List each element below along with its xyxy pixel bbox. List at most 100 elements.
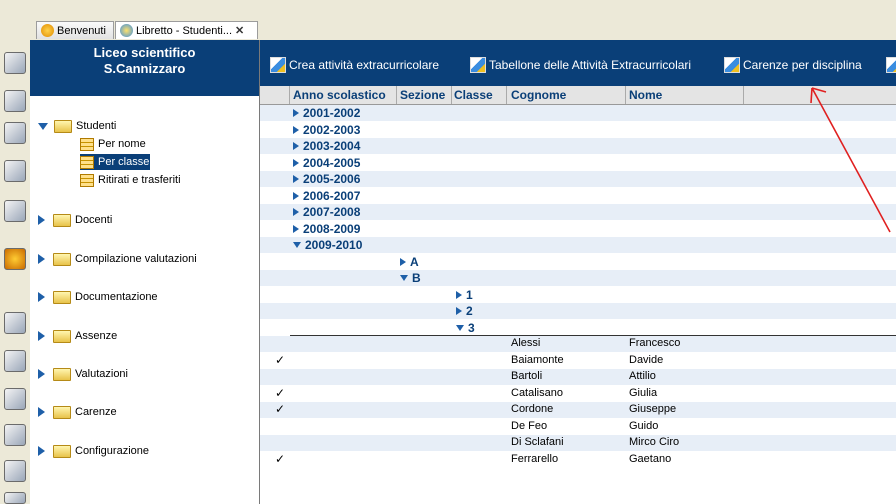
collapse-icon[interactable] xyxy=(293,125,299,134)
folder-icon xyxy=(53,367,71,381)
tree-item-documentazione[interactable]: Documentazione xyxy=(38,289,158,305)
collapse-icon[interactable] xyxy=(293,158,299,167)
app-icon[interactable] xyxy=(4,388,26,410)
tree-item-compilazione[interactable]: Compilazione valutazioni xyxy=(38,251,197,267)
app-icon[interactable] xyxy=(4,52,26,74)
col-classe[interactable]: Classe xyxy=(454,88,493,102)
col-sezione[interactable]: Sezione xyxy=(400,88,445,102)
expand-icon[interactable] xyxy=(38,122,48,130)
app-icon[interactable] xyxy=(4,460,26,482)
year-cell[interactable]: 2006-2007 xyxy=(293,189,360,203)
tree-item-ritirati[interactable]: Ritirati e trasferiti xyxy=(80,172,181,188)
table-row-student[interactable]: ✓ Catalisano Giulia xyxy=(260,386,896,402)
table-row-class[interactable]: 2 xyxy=(260,303,896,319)
tree-item-carenze[interactable]: Carenze xyxy=(38,404,117,420)
table-row-class[interactable]: 1 xyxy=(260,287,896,303)
collapse-icon[interactable] xyxy=(38,446,45,456)
collapse-icon[interactable] xyxy=(293,175,299,183)
collapse-icon[interactable] xyxy=(456,290,462,299)
table-row-section[interactable]: A xyxy=(260,254,896,270)
app-icon[interactable] xyxy=(4,160,26,182)
year-cell[interactable]: 2007-2008 xyxy=(293,205,360,219)
tree-item-configurazione[interactable]: Configurazione xyxy=(38,443,149,459)
expand-icon[interactable] xyxy=(400,275,408,281)
crea-attivita-button[interactable]: Crea attività extracurricolare xyxy=(270,57,439,73)
collapse-icon[interactable] xyxy=(38,254,45,264)
year-cell[interactable]: 2003-2004 xyxy=(293,139,360,153)
collapse-icon[interactable] xyxy=(38,292,45,302)
tab-benvenuti[interactable]: Benvenuti xyxy=(36,21,114,39)
class-cell[interactable]: 3 xyxy=(456,321,475,335)
folder-icon xyxy=(53,213,71,227)
table-row-student[interactable]: ✓ Cordone Giuseppe xyxy=(260,402,896,418)
table-row-class[interactable]: 3 xyxy=(260,320,896,336)
table-row-student[interactable]: ✓ Baiamonte Davide xyxy=(260,353,896,369)
table-row-year[interactable]: 2006-2007 xyxy=(260,188,896,204)
collapse-icon[interactable] xyxy=(38,331,45,341)
table-row-year[interactable]: 2003-2004 xyxy=(260,138,896,154)
row-label: 2002-2003 xyxy=(303,122,361,137)
collapse-icon[interactable] xyxy=(38,407,45,417)
app-icon[interactable] xyxy=(4,90,26,112)
table-row-student[interactable]: ✓ Ferrarello Gaetano xyxy=(260,452,896,468)
table-row-student[interactable]: De Feo Guido xyxy=(260,419,896,435)
year-cell[interactable]: 2005-2006 xyxy=(293,172,360,186)
year-cell[interactable]: 2001-2002 xyxy=(293,106,360,120)
col-cognome[interactable]: Cognome xyxy=(511,88,566,102)
app-icon[interactable] xyxy=(4,424,26,446)
overflow-button[interactable] xyxy=(886,57,896,73)
carenze-disciplina-button[interactable]: Carenze per disciplina xyxy=(724,57,862,73)
table-row-year[interactable]: 2005-2006 xyxy=(260,171,896,187)
tabellone-button[interactable]: Tabellone delle Attività Extracurricolar… xyxy=(470,57,691,73)
tree-item-studenti[interactable]: Studenti xyxy=(38,118,116,134)
collapse-icon[interactable] xyxy=(456,307,462,315)
year-cell[interactable]: 2004-2005 xyxy=(293,156,360,170)
table-row-student[interactable]: Di Sclafani Mirco Ciro xyxy=(260,435,896,451)
collapse-icon[interactable] xyxy=(293,191,299,200)
year-cell[interactable]: 2008-2009 xyxy=(293,222,360,236)
app-icon[interactable] xyxy=(4,492,26,504)
section-cell[interactable]: A xyxy=(400,255,419,269)
column-header: Anno scolastico Sezione Classe Cognome N… xyxy=(260,86,896,105)
year-cell[interactable]: 2002-2003 xyxy=(293,123,360,137)
expand-icon[interactable] xyxy=(456,324,464,331)
tree-item-assenze[interactable]: Assenze xyxy=(38,328,117,344)
app-icon[interactable] xyxy=(4,200,26,222)
globe-icon[interactable] xyxy=(4,248,26,270)
expand-icon[interactable] xyxy=(293,242,301,248)
table-row-section[interactable]: B xyxy=(260,270,896,286)
table-row-year[interactable]: 2007-2008 xyxy=(260,204,896,220)
table-row-year[interactable]: 2009-2010 xyxy=(260,237,896,253)
section-cell[interactable]: B xyxy=(400,271,421,285)
year-cell[interactable]: 2009-2010 xyxy=(293,238,362,252)
collapse-icon[interactable] xyxy=(293,208,299,216)
tree-item-per-classe[interactable]: Per classe xyxy=(80,154,150,170)
table-row-student[interactable]: Bartoli Attilio xyxy=(260,369,896,385)
col-nome[interactable]: Nome xyxy=(629,88,662,102)
collapse-icon[interactable] xyxy=(293,224,299,233)
class-cell[interactable]: 2 xyxy=(456,304,473,318)
collapse-icon[interactable] xyxy=(400,257,406,266)
tree-label: Docenti xyxy=(75,214,113,226)
col-anno[interactable]: Anno scolastico xyxy=(293,88,386,102)
close-icon[interactable]: ✕ xyxy=(235,24,244,37)
tab-libretto[interactable]: Libretto - Studenti... ✕ xyxy=(115,21,258,39)
collapse-icon[interactable] xyxy=(293,109,299,117)
app-icon[interactable] xyxy=(4,122,26,144)
app-icon[interactable] xyxy=(4,350,26,372)
app-icon[interactable] xyxy=(4,312,26,334)
table-row-year[interactable]: 2004-2005 xyxy=(260,155,896,171)
collapse-icon[interactable] xyxy=(38,369,45,379)
tree-item-per-nome[interactable]: Per nome xyxy=(80,136,146,152)
table-row-year[interactable]: 2002-2003 xyxy=(260,122,896,138)
class-cell[interactable]: 1 xyxy=(456,288,473,302)
table-row-year[interactable]: 2008-2009 xyxy=(260,221,896,237)
tree-item-docenti[interactable]: Docenti xyxy=(38,212,112,228)
collapse-icon[interactable] xyxy=(293,142,299,150)
tree-item-valutazioni[interactable]: Valutazioni xyxy=(38,366,128,382)
table-row-student[interactable]: Alessi Francesco xyxy=(260,336,896,352)
tree-label: Per nome xyxy=(98,138,146,150)
collapse-icon[interactable] xyxy=(38,215,45,225)
row-label: 2003-2004 xyxy=(303,139,361,153)
table-row-year[interactable]: 2001-2002 xyxy=(260,105,896,121)
